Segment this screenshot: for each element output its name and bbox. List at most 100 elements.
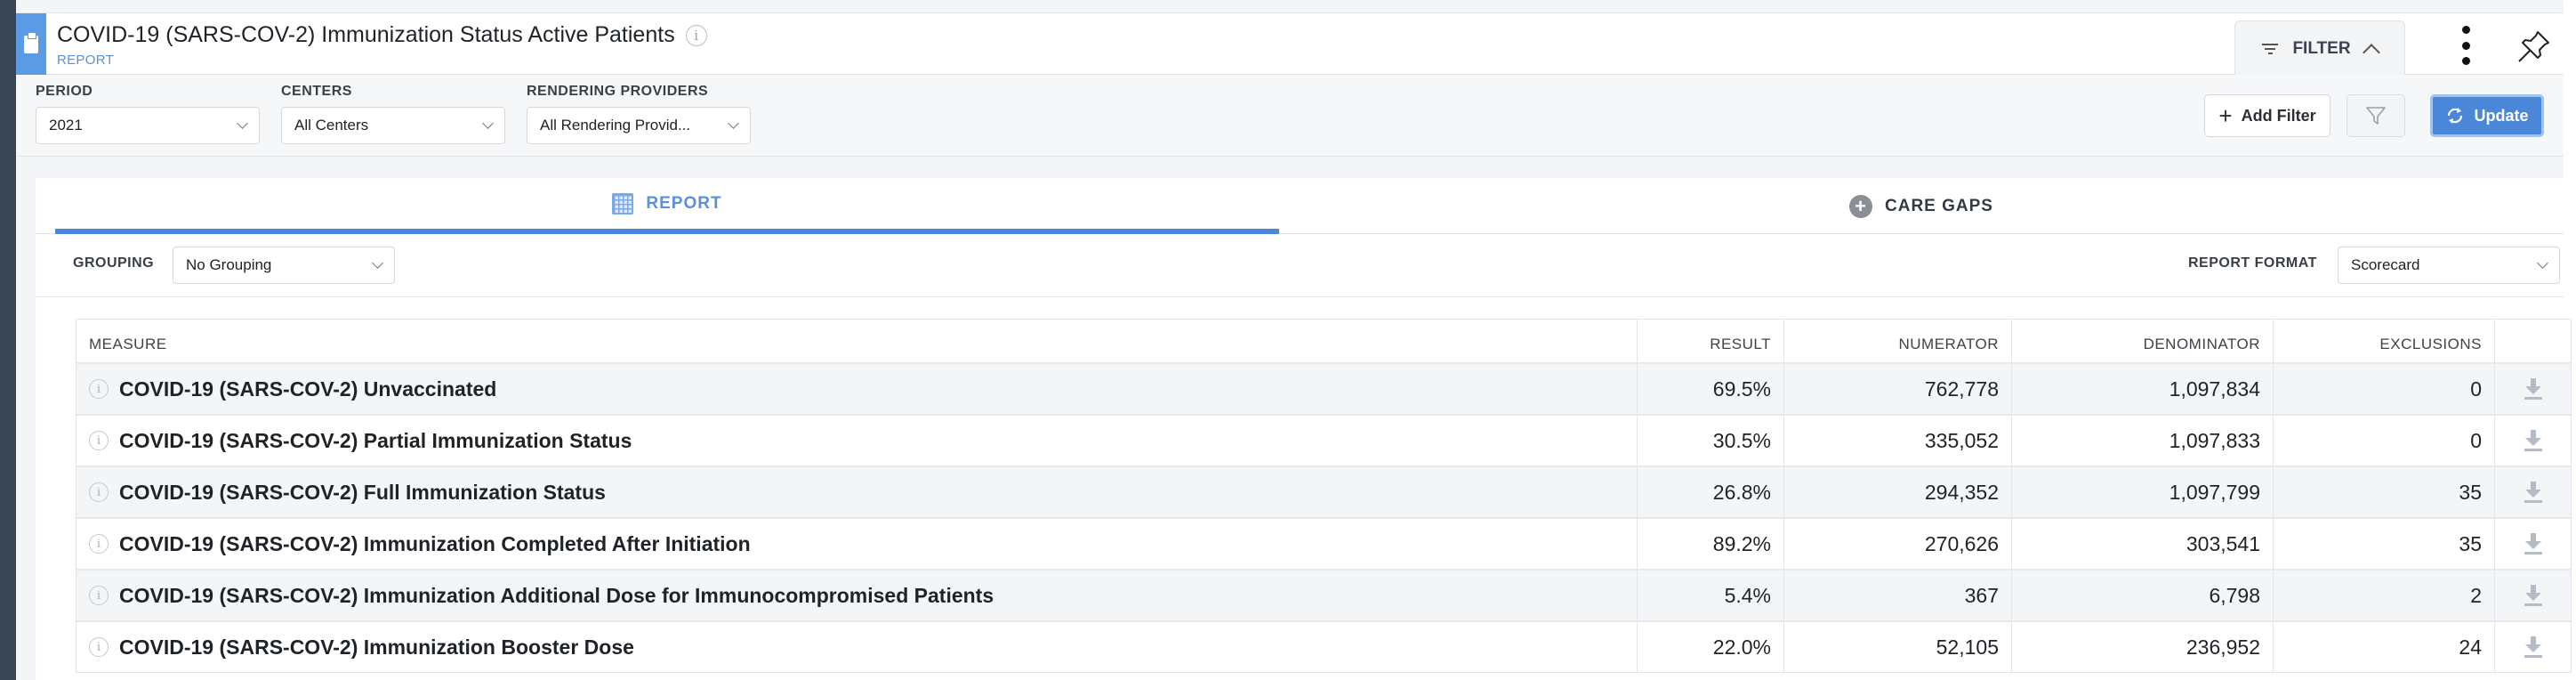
chevron-up-icon — [2362, 43, 2380, 61]
centers-select[interactable]: All Centers — [281, 107, 505, 144]
exclusions-cell[interactable]: 0 — [2274, 364, 2495, 414]
column-header-actions — [2495, 320, 2571, 362]
clipboard-icon — [24, 31, 38, 53]
denominator-cell[interactable]: 6,798 — [2012, 571, 2274, 620]
result-cell: 30.5% — [1638, 416, 1784, 465]
period-value: 2021 — [49, 117, 83, 134]
report-format-select[interactable]: Scorecard — [2338, 247, 2560, 284]
download-icon[interactable] — [2524, 480, 2543, 505]
table-header-row: MEASURE RESULT NUMERATOR DENOMINATOR EXC… — [76, 320, 2571, 362]
kebab-menu-icon[interactable] — [2457, 26, 2475, 65]
measure-cell[interactable]: i COVID-19 (SARS-COV-2) Partial Immuniza… — [76, 416, 1638, 465]
measure-cell[interactable]: i COVID-19 (SARS-COV-2) Immunization Add… — [76, 571, 1638, 620]
update-button[interactable]: Update — [2430, 94, 2544, 137]
grouping-select[interactable]: No Grouping — [173, 247, 395, 284]
report-format-label: REPORT FORMAT — [2188, 255, 2317, 271]
download-icon[interactable] — [2524, 428, 2543, 453]
rendering-providers-filter: RENDERING PROVIDERS All Rendering Provid… — [527, 84, 751, 144]
download-cell — [2495, 416, 2571, 465]
period-select[interactable]: 2021 — [36, 107, 260, 144]
column-header-measure[interactable]: MEASURE — [76, 320, 1638, 362]
info-icon[interactable]: i — [89, 379, 109, 399]
chevron-down-icon — [482, 117, 494, 129]
numerator-cell[interactable]: 52,105 — [1784, 622, 2012, 672]
download-icon[interactable] — [2524, 583, 2543, 608]
table-row[interactable]: i COVID-19 (SARS-COV-2) Unvaccinated 69.… — [76, 362, 2571, 414]
denominator-cell[interactable]: 1,097,834 — [2012, 364, 2274, 414]
measure-cell[interactable]: i COVID-19 (SARS-COV-2) Immunization Boo… — [76, 622, 1638, 672]
numerator-cell[interactable]: 335,052 — [1784, 416, 2012, 465]
exclusions-cell[interactable]: 24 — [2274, 622, 2495, 672]
denominator-cell[interactable]: 303,541 — [2012, 519, 2274, 569]
tab-report[interactable]: REPORT — [55, 178, 1279, 234]
download-cell — [2495, 519, 2571, 569]
numerator-cell[interactable]: 294,352 — [1784, 467, 2012, 517]
column-header-result[interactable]: RESULT — [1638, 320, 1784, 362]
info-icon[interactable]: i — [89, 586, 109, 605]
column-header-exclusions[interactable]: EXCLUSIONS — [2274, 320, 2495, 362]
report-format-value: Scorecard — [2351, 256, 2420, 273]
measure-cell[interactable]: i COVID-19 (SARS-COV-2) Immunization Com… — [76, 519, 1638, 569]
column-header-denominator[interactable]: DENOMINATOR — [2012, 320, 2274, 362]
table-row[interactable]: i COVID-19 (SARS-COV-2) Partial Immuniza… — [76, 414, 2571, 465]
funnel-icon — [2366, 107, 2386, 125]
table-row[interactable]: i COVID-19 (SARS-COV-2) Immunization Boo… — [76, 620, 2571, 672]
page-title: COVID-19 (SARS-COV-2) Immunization Statu… — [57, 22, 707, 48]
funnel-filter-button[interactable] — [2347, 94, 2405, 137]
exclusions-cell[interactable]: 35 — [2274, 519, 2495, 569]
numerator-cell[interactable]: 762,778 — [1784, 364, 2012, 414]
table-row[interactable]: i COVID-19 (SARS-COV-2) Immunization Add… — [76, 569, 2571, 620]
denominator-cell[interactable]: 1,097,799 — [2012, 467, 2274, 517]
measure-name: COVID-19 (SARS-COV-2) Immunization Addit… — [119, 583, 994, 607]
denominator-cell[interactable]: 1,097,833 — [2012, 416, 2274, 465]
report-panel: REPORT + CARE GAPS GROUPING No Grouping … — [36, 178, 2572, 680]
tab-report-label: REPORT — [646, 193, 722, 213]
info-icon[interactable]: i — [685, 24, 707, 46]
measures-table: MEASURE RESULT NUMERATOR DENOMINATOR EXC… — [76, 319, 2572, 673]
info-icon[interactable]: i — [89, 534, 109, 554]
info-icon[interactable]: i — [89, 637, 109, 657]
pin-icon[interactable] — [2514, 28, 2553, 67]
download-cell — [2495, 364, 2571, 414]
result-cell: 69.5% — [1638, 364, 1784, 414]
numerator-cell[interactable]: 270,626 — [1784, 519, 2012, 569]
filter-lines-icon — [2262, 43, 2279, 54]
download-icon[interactable] — [2524, 531, 2543, 556]
info-icon[interactable]: i — [89, 431, 109, 450]
plus-icon: + — [2218, 102, 2233, 129]
refresh-icon — [2448, 108, 2463, 124]
download-icon[interactable] — [2524, 376, 2543, 401]
tab-care-gaps[interactable]: + CARE GAPS — [1279, 178, 2564, 234]
denominator-cell[interactable]: 236,952 — [2012, 622, 2274, 672]
table-row[interactable]: i COVID-19 (SARS-COV-2) Immunization Com… — [76, 517, 2571, 569]
download-cell — [2495, 571, 2571, 620]
exclusions-cell[interactable]: 0 — [2274, 416, 2495, 465]
exclusions-cell[interactable]: 2 — [2274, 571, 2495, 620]
report-format-select-wrap: Scorecard — [2338, 247, 2560, 284]
result-cell: 26.8% — [1638, 467, 1784, 517]
exclusions-cell[interactable]: 35 — [2274, 467, 2495, 517]
measure-name: COVID-19 (SARS-COV-2) Unvaccinated — [119, 376, 497, 401]
add-filter-label: Add Filter — [2241, 106, 2316, 125]
filter-toggle-button[interactable]: FILTER — [2234, 20, 2405, 76]
update-label: Update — [2474, 106, 2529, 125]
report-header: COVID-19 (SARS-COV-2) Immunization Statu… — [16, 12, 2564, 76]
measure-cell[interactable]: i COVID-19 (SARS-COV-2) Full Immunizatio… — [76, 467, 1638, 517]
page-title-text: COVID-19 (SARS-COV-2) Immunization Statu… — [57, 22, 675, 47]
plus-circle-icon: + — [1849, 194, 1873, 218]
measure-cell[interactable]: i COVID-19 (SARS-COV-2) Unvaccinated — [76, 364, 1638, 414]
column-header-numerator[interactable]: NUMERATOR — [1784, 320, 2012, 362]
download-cell — [2495, 622, 2571, 672]
grouping-value: No Grouping — [186, 256, 272, 273]
rendering-providers-select[interactable]: All Rendering Provid... — [527, 107, 751, 144]
table-row[interactable]: i COVID-19 (SARS-COV-2) Full Immunizatio… — [76, 465, 2571, 517]
measure-name: COVID-19 (SARS-COV-2) Immunization Boost… — [119, 635, 634, 659]
info-icon[interactable]: i — [89, 482, 109, 502]
download-icon[interactable] — [2524, 635, 2543, 660]
grouping-row: GROUPING No Grouping REPORT FORMAT Score… — [36, 234, 2564, 297]
centers-filter: CENTERS All Centers — [281, 84, 505, 144]
numerator-cell[interactable]: 367 — [1784, 571, 2012, 620]
filter-toggle-label: FILTER — [2292, 38, 2351, 58]
add-filter-button[interactable]: + Add Filter — [2204, 94, 2330, 137]
chevron-down-icon — [728, 117, 739, 129]
